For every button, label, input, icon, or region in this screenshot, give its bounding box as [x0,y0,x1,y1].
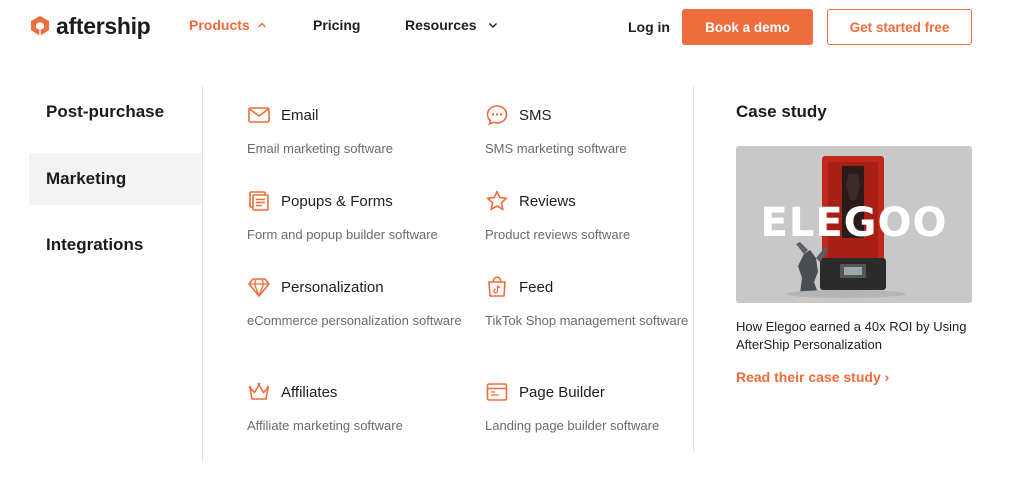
product-description: TikTok Shop management software [485,313,689,328]
product-description: SMS marketing software [485,141,627,156]
diamond-icon [248,278,270,298]
get-started-button[interactable]: Get started free [827,9,972,45]
nav-pricing-label: Pricing [313,17,361,33]
aftership-logo-icon [31,16,49,36]
login-link[interactable]: Log in [628,19,670,35]
product-title: Personalization [281,278,384,296]
nav-products-label: Products [189,17,250,33]
form-icon [249,191,269,211]
sidebar-item-label: Post-purchase [46,102,165,121]
product-title: Feed [519,278,554,296]
book-demo-button[interactable]: Book a demo [682,9,813,45]
product-email[interactable]: Email Email marketing software [247,104,472,158]
nav-resources[interactable]: Resources [405,17,499,33]
nav-pricing[interactable]: Pricing [313,17,360,33]
sidebar-item-integrations[interactable]: Integrations [29,219,202,271]
product-popups-forms[interactable]: Popups & Forms Form and popup builder so… [247,190,472,244]
product-description: Landing page builder software [485,418,660,433]
product-title: SMS [519,106,552,124]
sidebar-item-label: Marketing [46,169,127,188]
aftership-logo[interactable]: aftership [29,13,151,39]
read-case-study-link[interactable]: Read their case study › [736,369,889,385]
product-description: eCommerce personalization software [247,313,462,328]
product-description: Form and popup builder software [247,227,438,242]
product-title: Popups & Forms [281,192,393,210]
shopping-bag-icon [488,276,506,297]
nav-resources-label: Resources [405,17,477,33]
product-affiliates[interactable]: Affiliates Affiliate marketing software [247,381,472,435]
envelope-icon [248,107,270,123]
product-description: Email marketing software [247,141,393,156]
sidebar-item-label: Integrations [46,235,144,254]
product-reviews[interactable]: Reviews Product reviews software [485,190,710,244]
product-title: Page Builder [519,383,605,401]
product-personalization[interactable]: Personalization eCommerce personalizatio… [247,276,472,330]
chevron-down-icon [488,23,497,28]
case-study-heading: Case study [736,102,827,121]
case-study-image[interactable]: ELEGOO [736,146,972,303]
sidebar-item-post-purchase[interactable]: Post-purchase [29,86,202,138]
crown-icon [248,382,270,400]
chat-bubble-icon [486,105,508,126]
sidebar-divider [202,86,203,462]
product-description: Affiliate marketing software [247,418,403,433]
case-study-description: How Elegoo earned a 40x ROI by Using Aft… [736,319,967,352]
sidebar-item-marketing[interactable]: Marketing [29,153,202,205]
product-page-builder[interactable]: Page Builder Landing page builder softwa… [485,381,710,435]
product-title: Reviews [519,192,576,210]
product-sms[interactable]: SMS SMS marketing software [485,104,710,158]
product-title: Affiliates [281,383,338,401]
star-icon [486,190,508,211]
product-feed[interactable]: Feed TikTok Shop management software [485,276,710,330]
nav-products[interactable]: Products [189,17,268,33]
top-nav-bar: aftership Products Pricing Resources Log… [0,0,1024,54]
product-title: Email [281,106,319,124]
logo-text: aftership [56,13,151,39]
elegoo-logo-text: ELEGOO [760,200,948,246]
browser-window-icon [486,383,508,401]
product-description: Product reviews software [485,227,631,242]
chevron-up-icon [257,22,266,28]
